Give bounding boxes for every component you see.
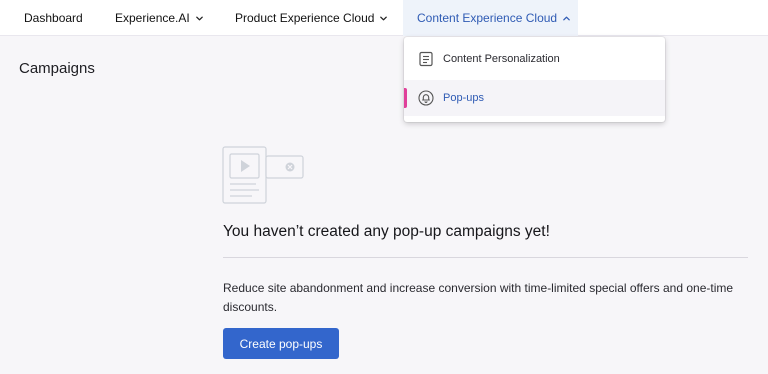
document-icon: [419, 51, 433, 67]
menu-item-popups[interactable]: Pop-ups: [404, 80, 665, 116]
selected-indicator: [404, 88, 407, 108]
divider: [223, 257, 748, 258]
chevron-down-icon: [195, 16, 203, 20]
content-experience-dropdown: Content Personalization Pop-ups: [404, 37, 665, 122]
create-popups-button[interactable]: Create pop-ups: [223, 328, 339, 359]
nav-content-experience-cloud-label: Content Experience Cloud: [417, 11, 558, 25]
nav-experience-ai[interactable]: Experience.AI: [115, 0, 204, 36]
nav-experience-ai-label: Experience.AI: [115, 11, 190, 25]
chevron-up-icon: [563, 16, 570, 20]
empty-state-description: Reduce site abandonment and increase con…: [223, 281, 734, 314]
empty-state-heading: You haven’t created any pop-up campaigns…: [223, 223, 550, 240]
nav-dashboard[interactable]: Dashboard: [24, 0, 83, 36]
chevron-down-icon: [380, 16, 388, 20]
nav-content-experience-cloud[interactable]: Content Experience Cloud: [403, 0, 578, 36]
menu-item-content-personalization[interactable]: Content Personalization: [404, 41, 665, 77]
top-navigation: Dashboard Experience.AI Product Experien…: [0, 0, 768, 36]
nav-product-experience-cloud[interactable]: Product Experience Cloud: [235, 0, 388, 36]
popup-illustration-icon: [222, 146, 304, 204]
bell-icon: [418, 90, 434, 106]
page-title: Campaigns: [19, 60, 95, 77]
nav-dashboard-label: Dashboard: [24, 11, 83, 25]
nav-product-experience-cloud-label: Product Experience Cloud: [235, 11, 375, 25]
menu-item-content-personalization-label: Content Personalization: [443, 53, 560, 65]
menu-item-popups-label: Pop-ups: [443, 92, 484, 104]
